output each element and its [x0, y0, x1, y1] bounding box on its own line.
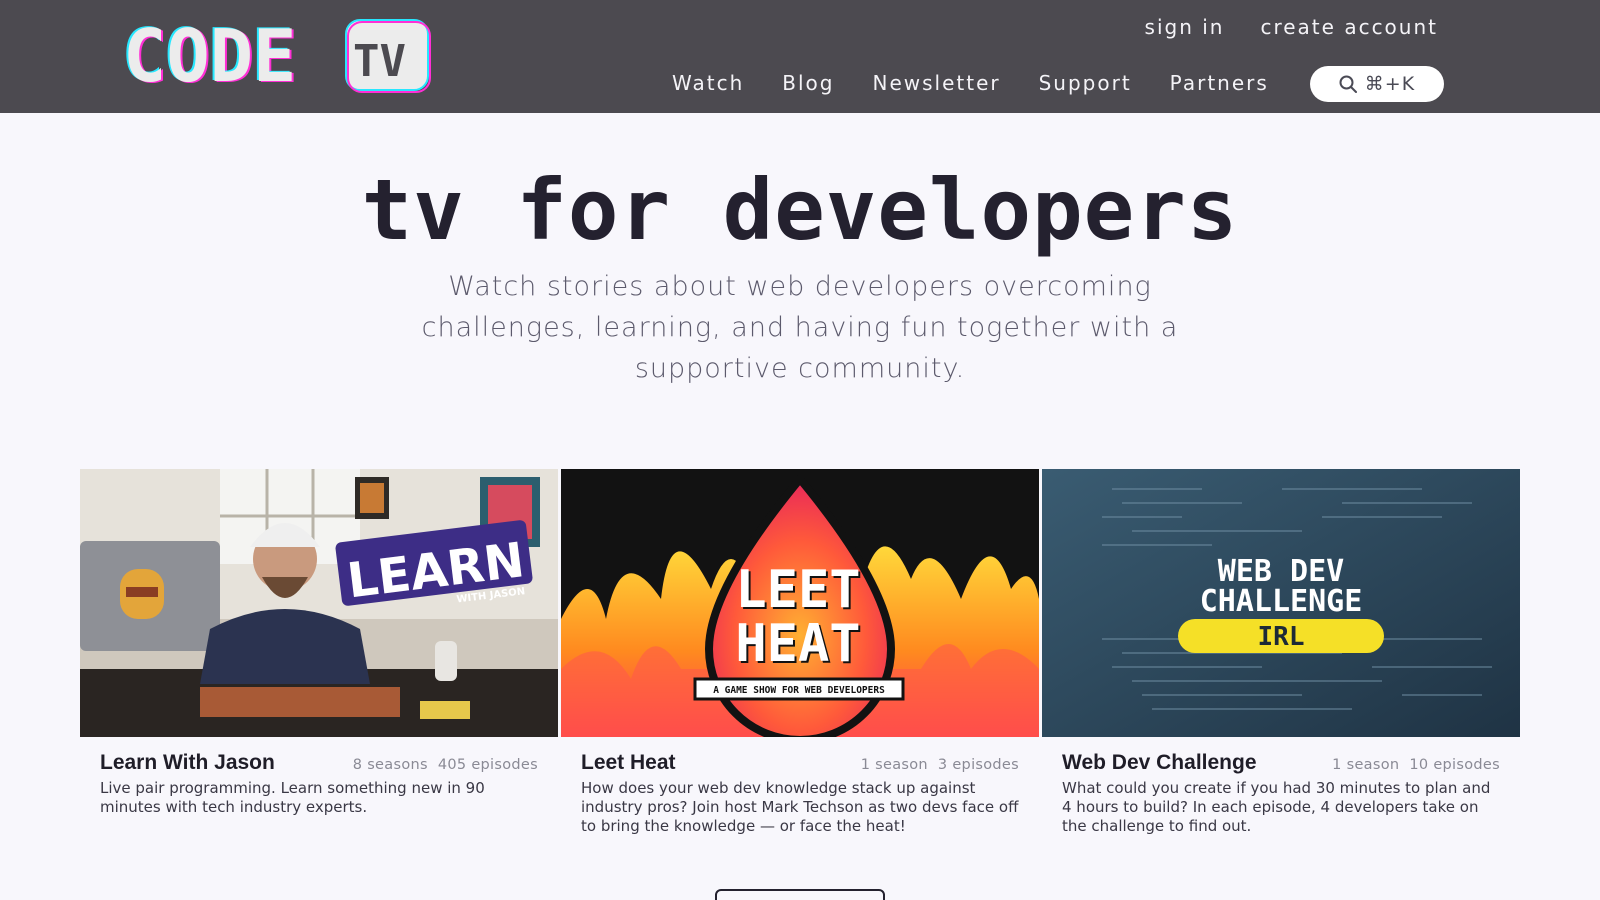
show-meta: 8 seasons 405 episodes: [353, 757, 538, 773]
nav-watch[interactable]: Watch: [672, 70, 744, 96]
season-count: 1 season: [860, 757, 928, 773]
search-button[interactable]: ⌘+K: [1310, 66, 1444, 102]
season-count: 8 seasons: [352, 757, 428, 773]
site-header: CODE CODE CODE TV sign in create account…: [0, 0, 1600, 113]
card-body: Web Dev Challenge 1 season 10 episodes W…: [1042, 737, 1520, 836]
season-count: 1 season: [1332, 757, 1400, 773]
show-meta: 1 season 3 episodes: [861, 757, 1019, 773]
nav-newsletter[interactable]: Newsletter: [872, 70, 1000, 96]
episode-count: 3 episodes: [937, 757, 1019, 773]
hero-title: tv for developers: [361, 161, 1239, 259]
thumbnail-learn-with-jason[interactable]: LEARN WITH JASON: [80, 469, 558, 737]
card-head: Learn With Jason 8 seasons 405 episodes: [100, 751, 538, 775]
search-icon: [1339, 75, 1357, 93]
web-dev-challenge-image: WEB DEV CHALLENGE IRL: [1042, 469, 1520, 737]
thumbnail-text-2-shadow: HEAT: [735, 614, 860, 674]
nav-blog[interactable]: Blog: [782, 70, 834, 96]
hero-subtitle: Watch stories about web developers overc…: [421, 271, 1179, 384]
episode-count: 405 episodes: [437, 757, 538, 773]
codetv-logo[interactable]: CODE CODE CODE TV: [122, 16, 432, 94]
main-nav: Watch Blog Newsletter Support Partners: [672, 70, 1269, 96]
sign-in-link[interactable]: sign in: [1145, 14, 1225, 40]
show-title[interactable]: Leet Heat: [581, 751, 676, 775]
thumbnail-subtext: A GAME SHOW FOR WEB DEVELOPERS: [713, 685, 885, 696]
show-meta: 1 season 10 episodes: [1332, 757, 1500, 773]
thumbnail-text-1-shadow: LEET: [735, 560, 860, 620]
thumbnail-web-dev-challenge[interactable]: WEB DEV CHALLENGE IRL: [1042, 469, 1520, 737]
show-card-web-dev-challenge[interactable]: WEB DEV CHALLENGE IRL Web Dev Challenge …: [1042, 469, 1520, 836]
svg-text:TV: TV: [353, 36, 406, 87]
show-title[interactable]: Web Dev Challenge: [1062, 751, 1257, 775]
show-description: How does your web dev knowledge stack up…: [581, 779, 1019, 835]
show-description: What could you create if you had 30 minu…: [1062, 779, 1491, 835]
svg-text:CODE: CODE: [123, 16, 296, 94]
thumbnail-leet-heat[interactable]: LEET LEET HEAT HEAT A GAME SHOW FOR WEB …: [561, 469, 1039, 737]
codetv-logo-graphic: CODE CODE CODE TV: [122, 16, 431, 94]
card-head: Web Dev Challenge 1 season 10 episodes: [1062, 751, 1500, 775]
episode-count: 10 episodes: [1409, 757, 1500, 773]
card-body: Leet Heat 1 season 3 episodes How does y…: [561, 737, 1039, 836]
create-account-link[interactable]: create account: [1260, 14, 1438, 40]
account-links: sign in create account: [1145, 14, 1438, 40]
show-description: Live pair programming. Learn something n…: [100, 779, 485, 816]
learn-with-jason-image: LEARN WITH JASON: [80, 469, 558, 737]
thumbnail-text-2: CHALLENGE: [1200, 584, 1363, 619]
search-shortcut: ⌘+K: [1364, 73, 1416, 95]
show-card-leet-heat[interactable]: LEET LEET HEAT HEAT A GAME SHOW FOR WEB …: [561, 469, 1039, 836]
more-button[interactable]: [715, 889, 885, 900]
nav-partners[interactable]: Partners: [1170, 70, 1269, 96]
thumbnail-badge: IRL: [1258, 622, 1305, 652]
shows-list: LEARN WITH JASON Learn With Jason 8 seas…: [80, 469, 1520, 836]
card-body: Learn With Jason 8 seasons 405 episodes …: [80, 737, 558, 817]
nav-support[interactable]: Support: [1039, 70, 1132, 96]
leet-heat-image: LEET LEET HEAT HEAT A GAME SHOW FOR WEB …: [561, 469, 1039, 737]
card-head: Leet Heat 1 season 3 episodes: [581, 751, 1019, 775]
show-card-learn-with-jason[interactable]: LEARN WITH JASON Learn With Jason 8 seas…: [80, 469, 558, 836]
show-title[interactable]: Learn With Jason: [100, 751, 275, 775]
